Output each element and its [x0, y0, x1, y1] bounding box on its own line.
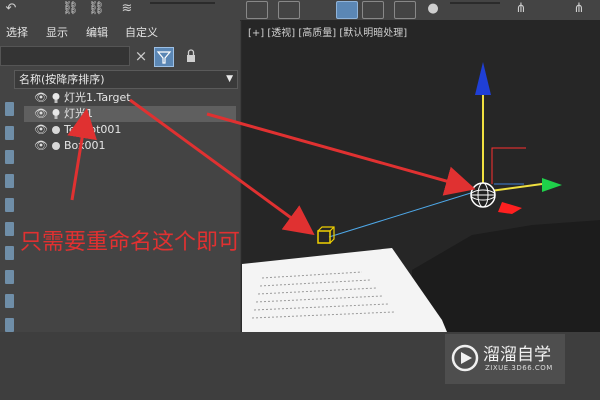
annotation-text: 只需要重命名这个即可: [20, 230, 241, 255]
annotation-arrow-to-light: [206, 112, 476, 196]
annotation-overlay: [67, 98, 476, 236]
annotation-arrow-to-row: [67, 108, 97, 201]
annotation-arrow-to-target: [129, 98, 315, 236]
